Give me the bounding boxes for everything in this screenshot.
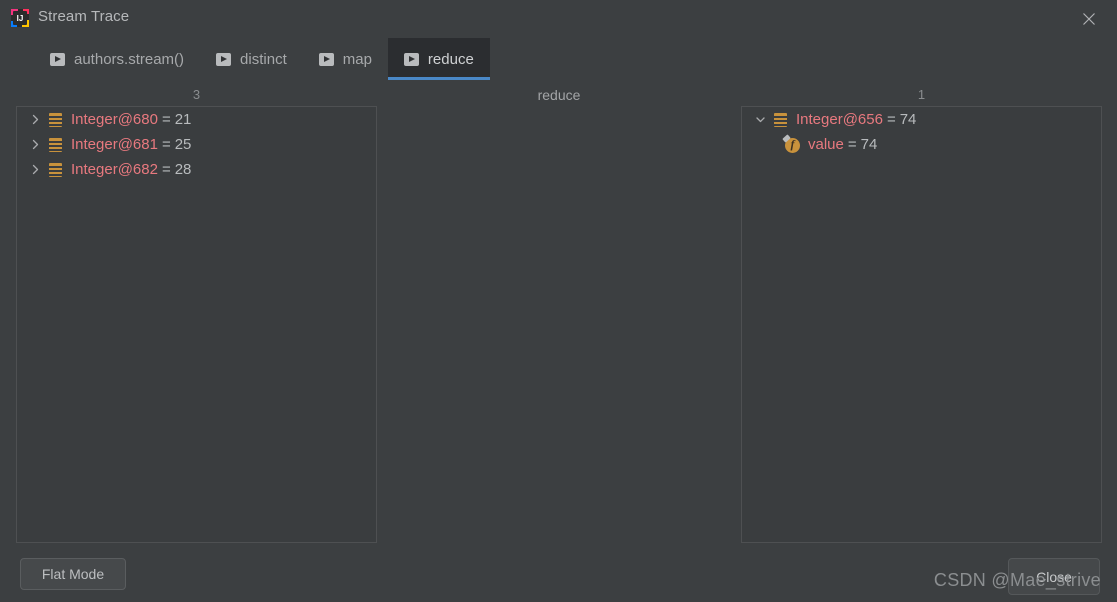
- tree-row[interactable]: Integer@680 = 21: [17, 107, 376, 132]
- stream-step-icon: [50, 52, 65, 66]
- node-equals: =: [161, 136, 171, 153]
- node-name: Integer@656: [796, 111, 883, 128]
- intellij-idea-logo-icon: IJ: [10, 8, 30, 28]
- chevron-right-icon[interactable]: [25, 157, 45, 182]
- right-column-count: 1: [917, 87, 926, 102]
- field-icon: f: [782, 133, 800, 153]
- tree-row[interactable]: f value = 74: [742, 132, 1101, 157]
- tree-row[interactable]: Integer@682 = 28: [17, 157, 376, 182]
- tab-label: reduce: [427, 50, 474, 68]
- stream-step-icon: [216, 52, 232, 66]
- tree-row[interactable]: Integer@681 = 25: [17, 132, 376, 157]
- node-equals: =: [161, 111, 171, 128]
- node-value: 28: [174, 161, 192, 178]
- node-equals: =: [161, 161, 171, 178]
- tab-distinct[interactable]: distinct: [200, 38, 303, 80]
- stream-step-icon: [403, 52, 419, 66]
- stream-trace-window: IJ Stream Trace authors.stream() distinct…: [0, 0, 1117, 602]
- node-name: value: [808, 136, 844, 153]
- tab-label: map: [342, 50, 372, 68]
- node-equals: =: [847, 136, 857, 153]
- array-list-icon: [49, 162, 62, 177]
- tab-label: distinct: [240, 50, 287, 68]
- chevron-right-icon[interactable]: [25, 132, 45, 157]
- tab-authors-stream[interactable]: authors.stream(): [34, 38, 200, 80]
- close-x-icon[interactable]: [1075, 6, 1103, 32]
- node-name: Integer@681: [71, 136, 158, 153]
- node-name: Integer@682: [71, 161, 158, 178]
- operation-label: reduce: [537, 87, 581, 103]
- chevron-right-icon[interactable]: [25, 107, 45, 132]
- tab-reduce[interactable]: reduce: [387, 38, 490, 80]
- svg-text:IJ: IJ: [17, 14, 24, 23]
- array-list-icon: [774, 112, 787, 127]
- node-value: 25: [174, 136, 192, 153]
- node-value: 74: [899, 111, 917, 128]
- tab-label: authors.stream(): [74, 50, 185, 68]
- chevron-down-icon[interactable]: [750, 107, 770, 132]
- node-equals: =: [886, 111, 896, 128]
- node-name: Integer@680: [71, 111, 158, 128]
- stream-step-icon: [318, 52, 334, 66]
- window-titlebar: IJ Stream Trace: [0, 0, 1117, 38]
- after-values-tree[interactable]: Integer@656 = 74 f value = 74: [741, 106, 1102, 543]
- array-list-icon: [49, 137, 62, 152]
- left-column-count: 3: [192, 87, 201, 102]
- flat-mode-button[interactable]: Flat Mode: [20, 558, 126, 590]
- array-list-icon: [49, 112, 62, 127]
- tree-row[interactable]: Integer@656 = 74: [742, 107, 1101, 132]
- tab-map[interactable]: map: [303, 38, 388, 80]
- node-value: 21: [174, 111, 192, 128]
- window-title: Stream Trace: [38, 8, 130, 25]
- before-values-tree[interactable]: Integer@680 = 21 Integer@681 = 25 Integer@682 =…: [16, 106, 377, 543]
- stream-chain-tabs: authors.stream() distinct map reduce: [0, 38, 1117, 80]
- node-value: 74: [860, 136, 878, 153]
- close-button[interactable]: Close: [1008, 558, 1100, 595]
